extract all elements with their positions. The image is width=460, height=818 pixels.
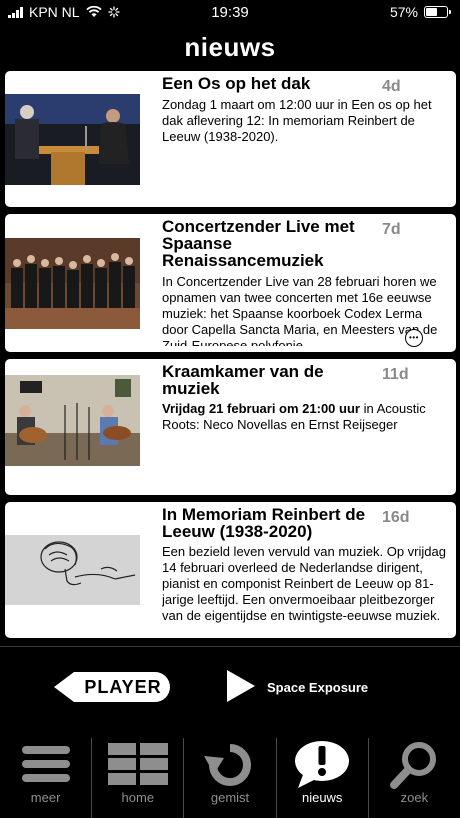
news-title: In Memoriam Reinbert de Leeuw (1938-2020… (162, 505, 366, 541)
battery-icon (424, 6, 451, 18)
tab-label: nieuws (301, 790, 343, 805)
news-summary-text: Een bezield leven vervuld van muziek. Op… (162, 544, 446, 623)
tab-label: home (121, 790, 155, 805)
news-thumbnail (5, 535, 140, 605)
news-summary: Zondag 1 maart om 12:00 uur in Een os op… (162, 97, 448, 161)
tab-zoek[interactable]: zoek (369, 738, 460, 818)
news-title: Concertzender Live met Spaanse Renaissan… (162, 217, 355, 270)
news-summary-text: In Concertzender Live van 28 februari ho… (162, 274, 438, 346)
news-item[interactable]: Een Os op het dak 4d Zondag 1 maart om 1… (5, 71, 456, 207)
news-age: 7d (382, 221, 401, 238)
news-item[interactable]: Concertzender Live met Spaanse Renaissan… (5, 214, 456, 352)
player-button-label: PLAYER (84, 677, 162, 697)
search-icon (390, 742, 437, 789)
divider (0, 646, 460, 647)
page-title: nieuws (184, 32, 276, 62)
replay-icon (204, 744, 251, 786)
more-options-button[interactable]: ••• (405, 329, 423, 347)
tab-label: meer (30, 790, 61, 805)
play-icon[interactable] (227, 670, 255, 702)
news-item[interactable]: Kraamkamer van de muziek 11d Vrijdag 21 … (5, 359, 456, 495)
now-playing-title: Space Exposure (267, 680, 369, 695)
news-title: Kraamkamer van de muziek (162, 362, 324, 398)
tab-gemist[interactable]: gemist (184, 738, 277, 818)
news-item[interactable]: In Memoriam Reinbert de Leeuw (1938-2020… (5, 502, 456, 638)
news-thumbnail (5, 238, 140, 329)
news-age: 4d (382, 78, 401, 95)
bottom-nav: meer home gemist nieuws zoek (0, 738, 460, 818)
news-age: 11d (382, 366, 409, 383)
news-age: 16d (382, 509, 410, 526)
tab-home[interactable]: home (92, 738, 185, 818)
menu-icon (21, 746, 70, 782)
news-summary-date: Vrijdag 21 februari om 21:00 uur (162, 401, 360, 416)
battery-percent: 57% (389, 4, 418, 20)
tab-meer[interactable]: meer (0, 738, 93, 818)
news-title: Een Os op het dak (162, 74, 311, 93)
grid-icon (107, 743, 168, 785)
news-summary: Vrijdag 21 februari om 21:00 uur in Acou… (162, 401, 448, 465)
news-summary-text: Zondag 1 maart om 12:00 uur in Een os op… (162, 97, 432, 144)
tab-label: zoek (400, 790, 429, 805)
tab-nieuws[interactable]: nieuws (277, 738, 369, 818)
player-button[interactable]: PLAYER (54, 672, 170, 702)
news-summary: Een bezield leven vervuld van muziek. Op… (162, 544, 448, 634)
news-thumbnail (5, 375, 140, 466)
news-thumbnail (5, 94, 140, 185)
news-icon (295, 741, 350, 788)
tab-label: gemist (210, 790, 250, 805)
status-bar: KPN NL 19:39 57% (0, 0, 460, 26)
